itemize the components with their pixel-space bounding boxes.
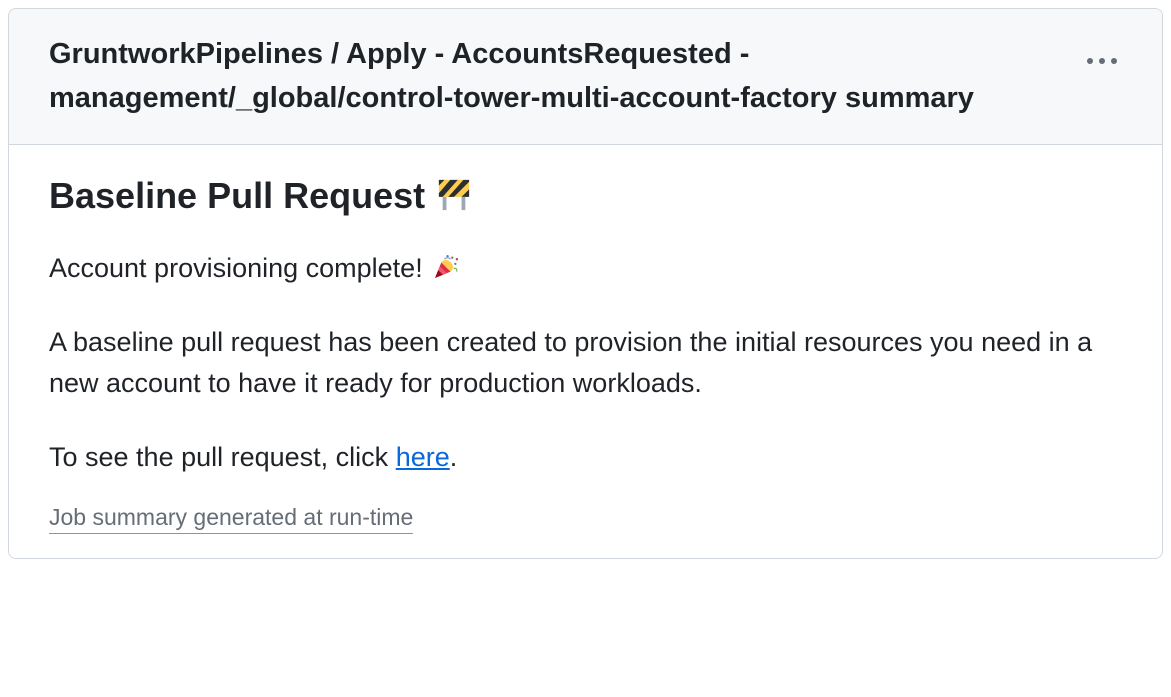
pull-request-link[interactable]: here xyxy=(396,442,450,472)
provisioning-complete-text: Account provisioning complete! xyxy=(49,248,1122,290)
card-header: GruntworkPipelines / Apply - AccountsReq… xyxy=(9,9,1162,145)
kebab-icon xyxy=(1086,53,1118,68)
body-heading: Baseline Pull Request xyxy=(49,173,1122,220)
job-summary-footer-link[interactable]: Job summary generated at run-time xyxy=(49,503,413,534)
description-text: A baseline pull request has been created… xyxy=(49,322,1122,406)
link-prefix: To see the pull request, click xyxy=(49,442,396,472)
card-title: GruntworkPipelines / Apply - AccountsReq… xyxy=(49,33,1066,120)
more-options-button[interactable] xyxy=(1082,45,1122,76)
summary-card: GruntworkPipelines / Apply - AccountsReq… xyxy=(8,8,1163,559)
line1-text: Account provisioning complete! xyxy=(49,253,430,283)
body-heading-text: Baseline Pull Request xyxy=(49,175,435,216)
card-body: Baseline Pull Request Account provisioni… xyxy=(9,145,1162,558)
link-line: To see the pull request, click here. xyxy=(49,437,1122,479)
link-suffix: . xyxy=(450,442,458,472)
party-popper-icon xyxy=(432,248,460,290)
construction-icon xyxy=(437,173,471,220)
